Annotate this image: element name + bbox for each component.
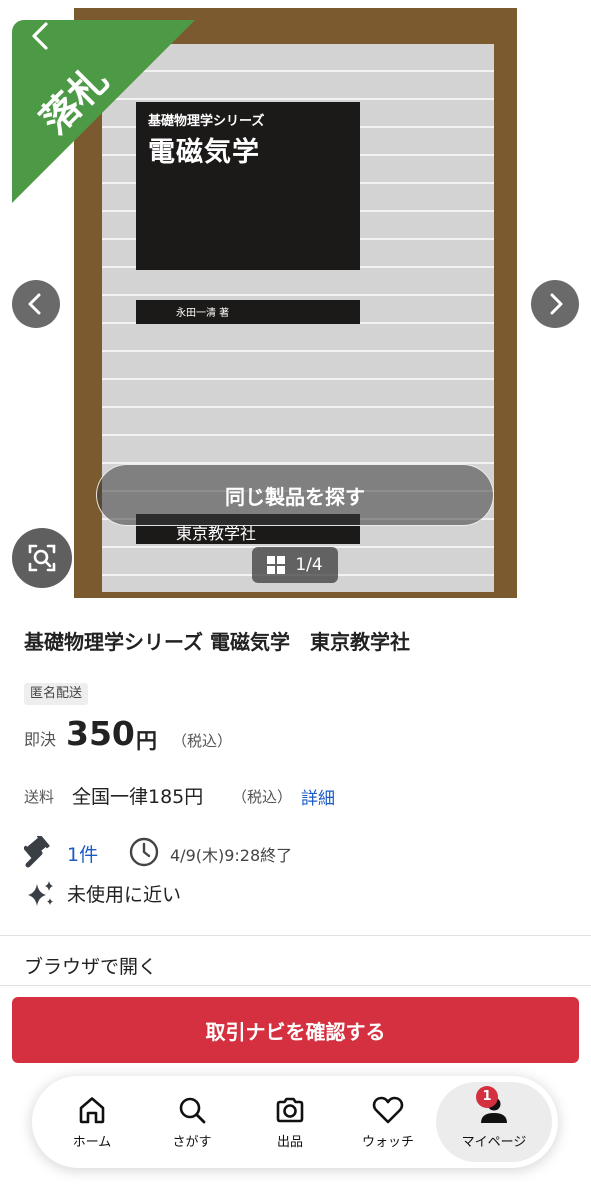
tab-watch[interactable]: ウォッチ (342, 1076, 434, 1168)
clock-icon (128, 836, 160, 868)
share-icon (535, 20, 561, 52)
item-title: 基礎物理学シリーズ 電磁気学 東京教学社 (24, 630, 410, 654)
find-same-product-button[interactable]: 同じ製品を探す (96, 464, 494, 526)
tab-label: さがす (172, 1134, 212, 1150)
image-counter[interactable]: 1/4 (252, 547, 338, 583)
shipping-label: 送料 (24, 788, 55, 806)
book-title-block: 基礎物理学シリーズ 電磁気学 (136, 102, 360, 270)
tab-label: 出品 (276, 1134, 303, 1150)
shipping-detail-link[interactable]: 詳細 (301, 784, 335, 809)
item-condition: 未使用に近い (67, 884, 182, 906)
buyout-label: 即決 (24, 730, 57, 749)
image-search-button[interactable] (12, 528, 72, 588)
notification-badge: 1 (476, 1086, 498, 1108)
chevron-right-icon (550, 293, 563, 315)
book-series-text: 基礎物理学シリーズ (148, 114, 265, 129)
image-carousel[interactable]: 基礎物理学シリーズ 電磁気学 永田一清 著 東京教学社 落札 同じ製品を探す 1… (0, 0, 591, 598)
price-unit: 円 (136, 729, 157, 753)
divider (0, 935, 591, 936)
back-button[interactable] (24, 18, 60, 54)
home-icon (79, 1096, 105, 1123)
share-button[interactable] (530, 18, 566, 54)
previous-image-button[interactable] (12, 280, 60, 328)
tab-sell[interactable]: 出品 (244, 1076, 336, 1168)
bid-count-link[interactable]: 1件 (67, 840, 98, 867)
image-counter-text: 1/4 (295, 555, 323, 575)
anonymous-shipping-badge: 匿名配送 (24, 683, 89, 705)
price-value: 350 (66, 714, 135, 753)
open-in-browser-link[interactable]: ブラウザで開く (24, 952, 157, 979)
sparkle-icon (26, 879, 56, 909)
tab-search[interactable]: さがす (146, 1076, 238, 1168)
tab-label: ホーム (72, 1134, 112, 1150)
search-icon (179, 1097, 206, 1123)
camera-icon (276, 1097, 304, 1122)
shipping-tax-note: （税込） (232, 788, 293, 806)
book-author-text: 永田一清 著 (176, 308, 230, 319)
tab-home[interactable]: ホーム (46, 1076, 138, 1168)
book-title-text: 電磁気学 (148, 137, 260, 168)
check-trade-navi-button[interactable]: 取引ナビを確認する (12, 997, 579, 1063)
grid-icon (267, 556, 286, 574)
book-author-band: 永田一清 著 (136, 300, 360, 324)
next-image-button[interactable] (531, 280, 579, 328)
price-tax-note: （税込） (172, 732, 233, 750)
lens-search-icon (28, 544, 56, 572)
tab-label: ウォッチ (361, 1134, 414, 1150)
gavel-icon (23, 834, 58, 868)
tab-label: マイページ (461, 1134, 527, 1150)
heart-icon (372, 1096, 404, 1123)
end-time: 4/9(木)9:28終了 (170, 846, 293, 865)
shipping-value: 全国一律185円 (72, 786, 204, 808)
chevron-left-icon (28, 293, 41, 315)
divider (0, 985, 591, 986)
chevron-left-icon (32, 22, 48, 50)
